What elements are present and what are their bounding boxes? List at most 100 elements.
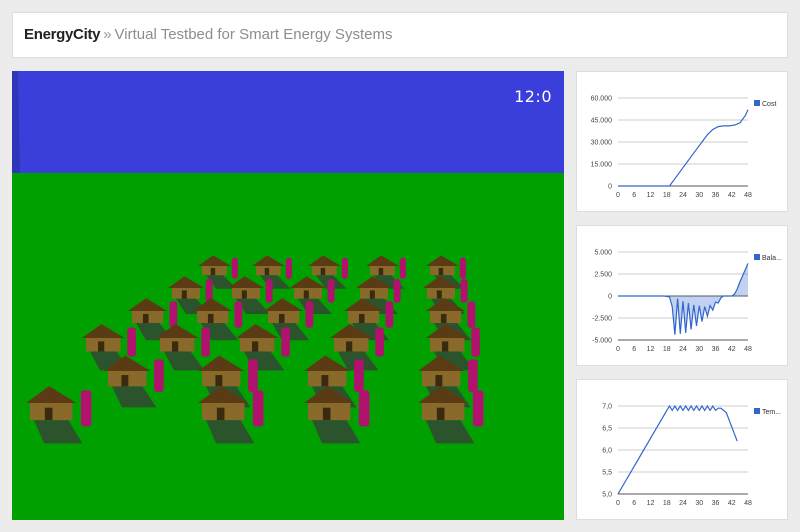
- series-line[interactable]: [618, 109, 749, 187]
- x-tick-label: 36: [712, 192, 720, 199]
- battery-storage[interactable]: [252, 390, 264, 427]
- battery-storage[interactable]: [467, 301, 476, 328]
- city-3d-viewport[interactable]: 12:0: [12, 71, 564, 520]
- battery-storage[interactable]: [231, 257, 238, 279]
- battery-storage[interactable]: [234, 301, 243, 328]
- battery-storage[interactable]: [305, 301, 314, 328]
- legend-label[interactable]: Bala...: [762, 255, 782, 262]
- battery-storage[interactable]: [341, 257, 348, 279]
- title-separator: »: [103, 26, 112, 43]
- x-tick-label: 6: [632, 500, 636, 507]
- y-tick-label: 15.000: [591, 162, 613, 169]
- x-tick-label: 6: [632, 346, 636, 353]
- battery-storage[interactable]: [472, 390, 484, 427]
- house-door: [435, 375, 443, 387]
- house-door: [436, 290, 442, 299]
- battery-storage[interactable]: [154, 359, 164, 393]
- x-tick-label: 30: [695, 346, 703, 353]
- house-door: [142, 313, 149, 324]
- battery-storage[interactable]: [375, 327, 384, 357]
- house-door: [358, 313, 365, 324]
- battery-storage[interactable]: [460, 279, 468, 303]
- y-tick-label: 30.000: [591, 140, 613, 147]
- page-header: EnergyCity» Virtual Testbed for Smart Ene…: [12, 12, 788, 58]
- y-tick-label: -5.000: [592, 338, 612, 345]
- house-door: [303, 290, 309, 299]
- x-tick-label: 48: [744, 192, 752, 199]
- battery-storage[interactable]: [468, 359, 478, 393]
- house-door: [121, 375, 129, 387]
- x-tick-label: 36: [712, 346, 720, 353]
- house-door: [278, 313, 285, 324]
- balance-chart-panel: 5.000 2.500 0 -2.500 -5.000 0 6 12 18 24 30 36 42 48 B…: [576, 225, 788, 366]
- house-door: [44, 407, 53, 421]
- y-tick-label: 0: [608, 184, 612, 191]
- house-door: [442, 341, 449, 352]
- brand-name[interactable]: EnergyCity: [24, 26, 101, 43]
- x-tick-label: 48: [744, 500, 752, 507]
- y-tick-label: 60.000: [591, 96, 613, 103]
- y-tick-label: -2.500: [592, 316, 612, 323]
- battery-storage[interactable]: [358, 390, 370, 427]
- x-tick-label: 18: [663, 192, 671, 199]
- house-door: [438, 267, 444, 276]
- battery-storage[interactable]: [201, 327, 210, 357]
- battery-storage[interactable]: [327, 279, 335, 303]
- house-door: [252, 341, 259, 352]
- x-tick-label: 42: [728, 500, 736, 507]
- house-door: [436, 407, 445, 421]
- x-tick-label: 30: [695, 500, 703, 507]
- y-tick-label: 7,0: [602, 404, 612, 411]
- house-door: [172, 341, 179, 352]
- battery-storage[interactable]: [169, 301, 178, 328]
- temperature-chart-panel: 7,0 6,5 6,0 5,5 5,0 0 6 12 18 24 30 36 42 48 Tem...: [576, 379, 788, 520]
- cost-chart-panel: 60.000 45.000 30.000 15.000 0 0 6 12 18 24 30 36 42 4…: [576, 71, 788, 212]
- battery-storage[interactable]: [80, 390, 92, 427]
- x-tick-label: 18: [663, 346, 671, 353]
- house-door: [378, 267, 384, 276]
- cost-chart: 60.000 45.000 30.000 15.000 00 6 12 18 24 30 36 42 4…: [591, 96, 777, 200]
- legend-swatch: [754, 254, 760, 260]
- house-door: [207, 313, 214, 324]
- battery-storage[interactable]: [471, 327, 480, 357]
- legend-label[interactable]: Tem...: [762, 409, 781, 416]
- house-door: [264, 267, 270, 276]
- x-tick-label: 6: [632, 192, 636, 199]
- legend-swatch: [754, 100, 760, 106]
- y-tick-label: 6,0: [602, 448, 612, 455]
- page-title: EnergyCity» Virtual Testbed for Smart Ene…: [24, 26, 392, 43]
- battery-storage[interactable]: [265, 279, 273, 303]
- y-tick-label: 5.000: [594, 250, 612, 257]
- battery-storage[interactable]: [354, 359, 364, 393]
- battery-storage[interactable]: [393, 279, 401, 303]
- house-door: [322, 407, 331, 421]
- house-door: [440, 313, 447, 324]
- sky: [12, 71, 564, 173]
- legend-swatch: [754, 408, 760, 414]
- battery-storage[interactable]: [248, 359, 258, 393]
- y-tick-label: 5,5: [602, 470, 612, 477]
- battery-storage[interactable]: [281, 327, 290, 357]
- house-door: [369, 290, 375, 299]
- x-tick-label: 42: [728, 346, 736, 353]
- battery-storage[interactable]: [385, 301, 394, 328]
- x-tick-label: 30: [695, 192, 703, 199]
- battery-storage[interactable]: [459, 257, 466, 279]
- x-tick-label: 24: [679, 192, 687, 199]
- x-tick-label: 24: [679, 500, 687, 507]
- battery-storage[interactable]: [399, 257, 406, 279]
- house-door: [321, 375, 329, 387]
- city-scene-canvas[interactable]: [12, 71, 564, 520]
- battery-storage[interactable]: [285, 257, 292, 279]
- legend-label[interactable]: Cost: [762, 101, 776, 108]
- house-door: [215, 375, 223, 387]
- y-tick-label: 6,5: [602, 426, 612, 433]
- house-door: [181, 290, 187, 299]
- x-tick-label: 36: [712, 500, 720, 507]
- page-subtitle: Virtual Testbed for Smart Energy Systems: [114, 26, 393, 43]
- battery-storage[interactable]: [127, 327, 136, 357]
- x-tick-label: 0: [616, 346, 620, 353]
- x-tick-label: 0: [616, 500, 620, 507]
- temperature-chart: 7,0 6,5 6,0 5,5 5,0 0 6 12 18 24 30 36 42 48 Tem...: [602, 404, 781, 508]
- x-tick-label: 12: [647, 192, 655, 199]
